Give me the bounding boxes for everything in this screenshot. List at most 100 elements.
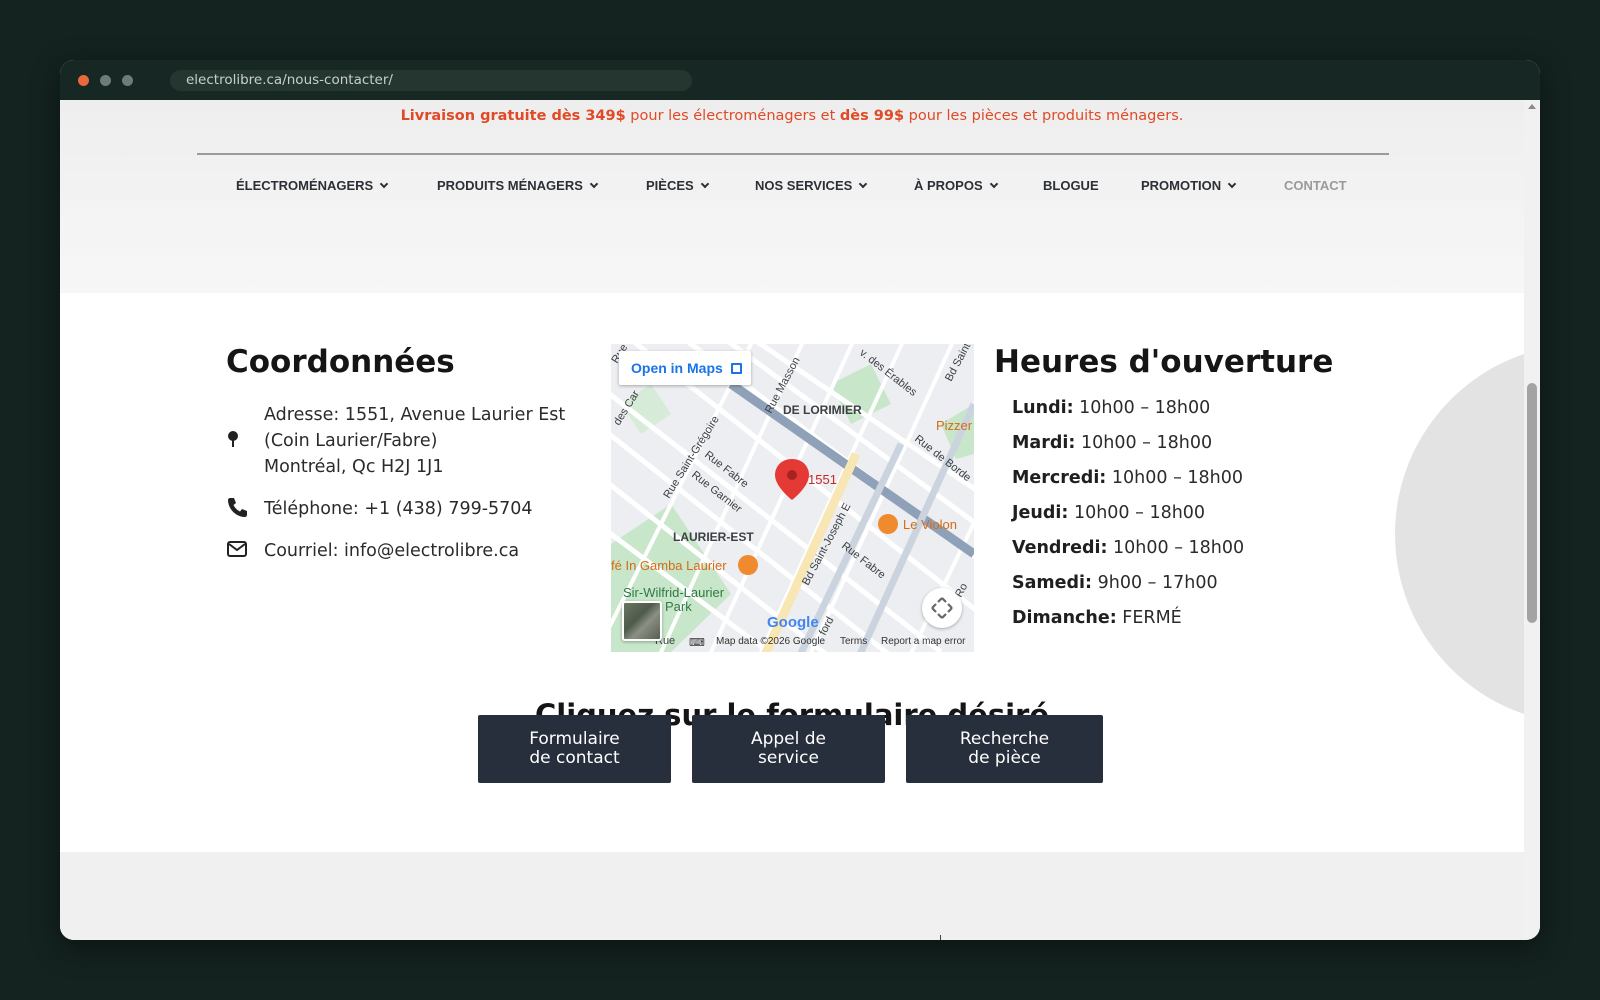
address-bar[interactable]: electrolibre.ca/nous-contacter/ — [170, 70, 692, 91]
window-minimize-button[interactable] — [100, 75, 111, 86]
browser-titlebar: electrolibre.ca/nous-contacter/ — [60, 60, 1540, 100]
promo-bold-2: dès 99$ — [839, 108, 905, 124]
promo-banner: Livraison gratuite dès 349$ pour les éle… — [60, 108, 1524, 124]
day-time: 10h00 – 18h00 — [1107, 538, 1245, 558]
external-link-icon — [730, 363, 742, 374]
window-close-button[interactable] — [78, 75, 89, 86]
browser-window: electrolibre.ca/nous-contacter/ Livraiso… — [60, 60, 1540, 940]
day-time: 10h00 – 18h00 — [1073, 398, 1211, 418]
map-fullscreen-button[interactable] — [922, 588, 962, 628]
map-marker-label: 1551 — [808, 472, 837, 487]
day-label: Lundi: — [1012, 398, 1074, 418]
map-terms-link[interactable]: Terms — [840, 636, 867, 647]
day-time: 9h00 – 17h00 — [1092, 573, 1218, 593]
promo-text-2: pour les pièces et produits ménagers. — [904, 108, 1184, 124]
map-label-de-lorimier: DE LORIMIER — [783, 403, 862, 417]
nav-label: NOS SERVICES — [755, 178, 853, 193]
button-line-1: Recherche — [959, 729, 1050, 749]
keyboard-icon[interactable]: ⌨ — [689, 636, 705, 649]
map-label-pizzeria: Pizzer — [936, 418, 973, 433]
google-logo: Google — [767, 614, 819, 631]
nav-item-nos-services[interactable]: NOS SERVICES — [755, 174, 868, 198]
promo-bold-1: Livraison gratuite dès 349$ — [400, 108, 626, 124]
site-header: Livraison gratuite dès 349$ pour les éle… — [60, 100, 1524, 293]
button-line-2: service — [758, 747, 819, 768]
hours-row-vendredi: Vendredi: 10h00 – 18h00 — [1012, 538, 1244, 558]
nav-label: À PROPOS — [914, 178, 983, 193]
google-map[interactable]: DE LORIMIER LAURIER-EST Rue Masson Rue S… — [611, 344, 974, 652]
day-label: Vendredi: — [1012, 538, 1108, 558]
nav-label: PROMOTION — [1141, 178, 1222, 193]
map-label-park-line-1: Sir-Wilfrid-Laurier — [623, 585, 725, 600]
hours-row-dimanche: Dimanche: FERMÉ — [1012, 608, 1182, 628]
hours-row-mercredi: Mercredi: 10h00 – 18h00 — [1012, 468, 1243, 488]
email-text[interactable]: Courriel: info@electrolibre.ca — [264, 538, 519, 564]
day-time: 10h00 – 18h00 — [1075, 433, 1213, 453]
promo-text-1: pour les électroménagers et — [625, 108, 840, 124]
chevron-down-icon — [589, 179, 599, 189]
part-search-button[interactable]: Recherche de pièce — [906, 715, 1103, 783]
page-viewport: Livraison gratuite dès 349$ pour les éle… — [60, 100, 1524, 940]
day-label: Mercredi: — [1012, 468, 1107, 488]
footer-section — [60, 852, 1524, 940]
window-maximize-button[interactable] — [122, 75, 133, 86]
nav-label: PIÈCES — [646, 178, 694, 193]
button-line-1: Appel de — [750, 729, 827, 749]
hours-row-lundi: Lundi: 10h00 – 18h00 — [1012, 398, 1210, 418]
nav-item-a-propos[interactable]: À PROPOS — [914, 174, 998, 198]
service-call-button[interactable]: Appel de service — [692, 715, 885, 783]
envelope-icon — [227, 541, 247, 557]
scrollbar-thumb[interactable] — [1527, 383, 1537, 623]
contact-form-button[interactable]: Formulaire de contact — [478, 715, 671, 783]
button-line-1: Formulaire — [529, 729, 620, 749]
address-line-1: Adresse: 1551, Avenue Laurier Est — [264, 405, 566, 425]
scroll-up-arrow-icon[interactable] — [1528, 104, 1536, 109]
phone-icon — [228, 498, 247, 517]
chevron-down-icon — [379, 179, 389, 189]
hours-row-jeudi: Jeudi: 10h00 – 18h00 — [1012, 503, 1205, 523]
address-line-3: Montréal, Qc H2J 1J1 — [264, 457, 444, 477]
google-wordmark: Google — [767, 614, 819, 631]
chevron-down-icon — [859, 179, 868, 189]
map-label-laurier-est: LAURIER-EST — [673, 530, 754, 544]
nav-item-pieces[interactable]: PIÈCES — [646, 174, 709, 198]
contact-title: Coordonnées — [226, 344, 455, 380]
chevron-down-icon — [1227, 179, 1237, 189]
page-scrollbar[interactable] — [1524, 100, 1540, 940]
map-pin-icon — [228, 431, 238, 447]
map-attribution-bar: ⌨ Map data ©2026 Google Terms Report a m… — [611, 634, 974, 652]
hours-row-samedi: Samedi: 9h00 – 17h00 — [1012, 573, 1218, 593]
phone-text[interactable]: Téléphone: +1 (438) 799-5704 — [264, 496, 533, 522]
nav-item-contact[interactable]: CONTACT — [1284, 174, 1347, 198]
nav-label: CONTACT — [1284, 178, 1347, 193]
hours-title: Heures d'ouverture — [994, 344, 1334, 380]
day-label: Jeudi: — [1012, 503, 1069, 523]
address-line-2: (Coin Laurier/Fabre) — [264, 431, 438, 451]
map-label-le-violon: Le Violon — [903, 517, 957, 532]
day-time: 10h00 – 18h00 — [1106, 468, 1244, 488]
chevron-down-icon — [700, 179, 709, 189]
map-report-link[interactable]: Report a map error — [881, 636, 965, 647]
nav-item-promotion[interactable]: PROMOTION — [1141, 174, 1237, 198]
map-label-in-gamba: fé In Gamba Laurier — [611, 558, 727, 573]
button-line-2: de contact — [529, 747, 620, 768]
map-data-text: Map data ©2026 Google — [716, 636, 826, 647]
header-divider — [197, 153, 1389, 155]
chevron-down-icon — [989, 179, 998, 189]
nav-item-electromenagers[interactable]: ÉLECTROMÉNAGERS — [236, 174, 389, 198]
map-canvas[interactable]: DE LORIMIER LAURIER-EST Rue Masson Rue S… — [611, 344, 974, 652]
day-label: Dimanche: — [1012, 608, 1117, 628]
nav-item-blogue[interactable]: BLOGUE — [1043, 174, 1099, 198]
nav-label: BLOGUE — [1043, 178, 1099, 193]
day-time: 10h00 – 18h00 — [1068, 503, 1206, 523]
nav-item-produits-menagers[interactable]: PRODUITS MÉNAGERS — [437, 174, 599, 198]
fullscreen-icon — [931, 597, 953, 619]
button-line-2: de pièce — [968, 747, 1041, 768]
map-label-park-line-2: Park — [665, 599, 692, 614]
day-label: Samedi: — [1012, 573, 1093, 593]
footer-divider-tick — [940, 935, 941, 940]
open-in-maps-button[interactable]: Open in Maps — [619, 351, 751, 385]
nav-label: PRODUITS MÉNAGERS — [437, 178, 583, 193]
day-label: Mardi: — [1012, 433, 1076, 453]
hours-row-mardi: Mardi: 10h00 – 18h00 — [1012, 433, 1212, 453]
